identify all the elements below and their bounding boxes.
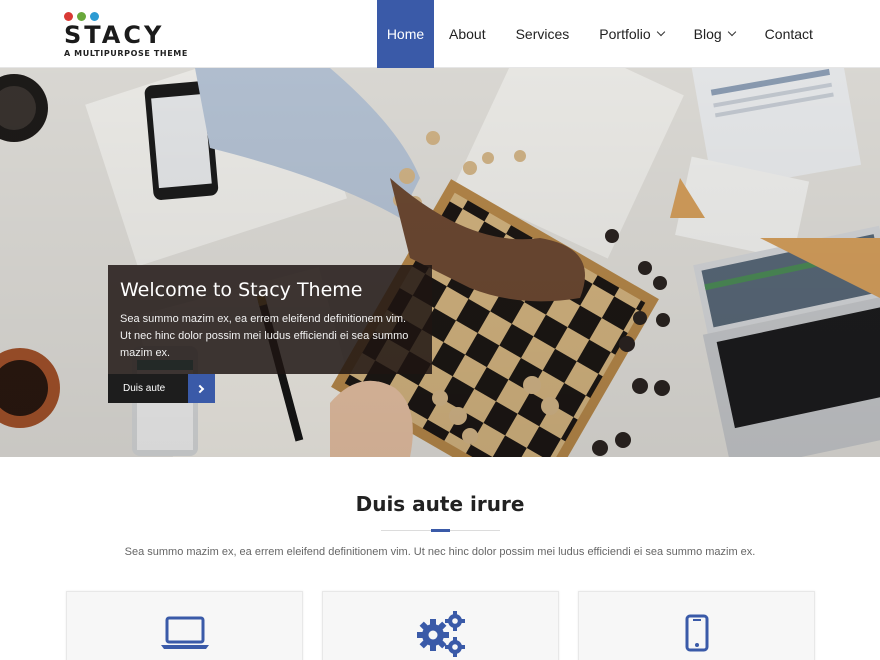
feature-card-smartphone[interactable] xyxy=(578,591,815,660)
gears-icon xyxy=(323,592,558,660)
nav-item-about[interactable]: About xyxy=(434,0,501,68)
site-header: STACY A MULTIPURPOSE THEME Home About Se… xyxy=(0,0,880,68)
hero-cta-button[interactable]: Duis aute xyxy=(108,374,215,403)
nav-item-label: Blog xyxy=(693,26,722,42)
feature-card-gears[interactable] xyxy=(322,591,559,660)
laptop-icon xyxy=(67,592,302,660)
logo-dot-red xyxy=(64,12,73,21)
smartphone-icon xyxy=(579,592,814,660)
section-divider-accent xyxy=(431,529,450,532)
logo-dots xyxy=(64,12,99,21)
hero-text: Sea summo mazim ex, ea errem eleifend de… xyxy=(120,313,409,359)
logo-dot-green xyxy=(77,12,86,21)
feature-card-laptop[interactable] xyxy=(66,591,303,660)
nav-item-home[interactable]: Home xyxy=(377,0,434,68)
chevron-down-icon xyxy=(727,27,736,37)
nav-item-portfolio[interactable]: Portfolio xyxy=(584,0,678,68)
logo-dot-blue xyxy=(90,12,99,21)
chevron-down-icon xyxy=(656,27,665,37)
nav-item-label: Portfolio xyxy=(599,26,651,42)
section-title: Duis aute irure xyxy=(355,492,525,516)
hero-title: Welcome to Stacy Theme xyxy=(120,279,363,301)
logo-name: STACY xyxy=(64,21,165,49)
nav-item-label: Services xyxy=(515,26,570,42)
nav-item-label: About xyxy=(449,26,486,42)
hero-cta-label[interactable]: Duis aute xyxy=(108,374,188,403)
section-description: Sea summo mazim ex, ea errem eleifend de… xyxy=(124,546,756,558)
nav-item-services[interactable]: Services xyxy=(501,0,585,68)
nav-item-label: Contact xyxy=(764,26,813,42)
hero-caption: Welcome to Stacy Theme Sea summo mazim e… xyxy=(108,265,432,374)
logo-tagline: A MULTIPURPOSE THEME xyxy=(64,49,188,58)
site-logo[interactable]: STACY A MULTIPURPOSE THEME xyxy=(64,10,224,62)
chevron-right-icon[interactable] xyxy=(188,374,215,403)
main-navigation: Home About Services Portfolio Blog Conta… xyxy=(377,0,828,68)
nav-item-contact[interactable]: Contact xyxy=(750,0,828,68)
nav-item-label: Home xyxy=(386,26,425,42)
nav-item-blog[interactable]: Blog xyxy=(679,0,750,68)
hero-slider: Welcome to Stacy Theme Sea summo mazim e… xyxy=(0,68,880,457)
